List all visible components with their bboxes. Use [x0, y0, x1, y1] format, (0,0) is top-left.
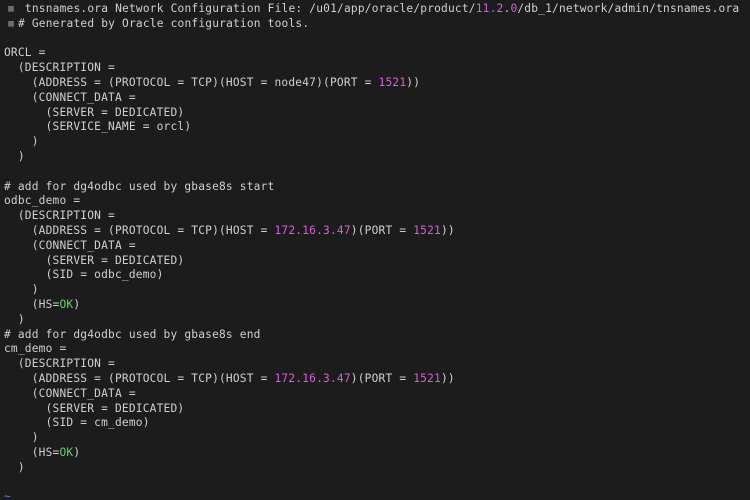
- config-line: (HS=OK): [4, 446, 80, 459]
- config-line: (SERVER = DEDICATED): [4, 254, 184, 267]
- terminal-editor[interactable]: ▦ tnsnames.ora Network Configuration Fil…: [0, 0, 750, 500]
- config-line: ): [4, 313, 25, 326]
- comment-line: # Generated by Oracle configuration tool…: [18, 17, 309, 30]
- config-line: (DESCRIPTION =: [4, 209, 115, 222]
- config-line: (SERVER = DEDICATED): [4, 402, 184, 415]
- config-line: (ADDRESS = (PROTOCOL = TCP)(HOST = node4…: [4, 76, 420, 89]
- config-line: (SID = cm_demo): [4, 416, 150, 429]
- config-line: (DESCRIPTION =: [4, 357, 115, 370]
- config-line: ): [4, 283, 39, 296]
- gutter-icon: ▦: [4, 17, 18, 32]
- config-line: (SID = odbc_demo): [4, 268, 164, 281]
- config-line: ): [4, 135, 39, 148]
- config-line: (HS=OK): [4, 298, 80, 311]
- config-line: (CONNECT_DATA =: [4, 387, 136, 400]
- config-line: ): [4, 431, 39, 444]
- config-line: (ADDRESS = (PROTOCOL = TCP)(HOST = 172.1…: [4, 372, 455, 385]
- comment-line: # add for dg4odbc used by gbase8s end: [4, 328, 261, 341]
- comment-line: # add for dg4odbc used by gbase8s start: [4, 180, 274, 193]
- gutter-icon: ▦: [4, 2, 18, 17]
- file-header-line: tnsnames.ora Network Configuration File:…: [18, 2, 739, 15]
- config-line: (CONNECT_DATA =: [4, 91, 136, 104]
- config-line: cm_demo =: [4, 342, 66, 355]
- config-line: (ADDRESS = (PROTOCOL = TCP)(HOST = 172.1…: [4, 224, 455, 237]
- config-line: ORCL =: [4, 46, 46, 59]
- vim-tilde: ~: [4, 490, 11, 500]
- config-line: (DESCRIPTION =: [4, 61, 115, 74]
- config-line: (CONNECT_DATA =: [4, 239, 136, 252]
- config-line: (SERVER = DEDICATED): [4, 106, 184, 119]
- config-line: (SERVICE_NAME = orcl): [4, 120, 191, 133]
- config-line: odbc_demo =: [4, 194, 80, 207]
- config-line: ): [4, 150, 25, 163]
- config-line: ): [4, 461, 25, 474]
